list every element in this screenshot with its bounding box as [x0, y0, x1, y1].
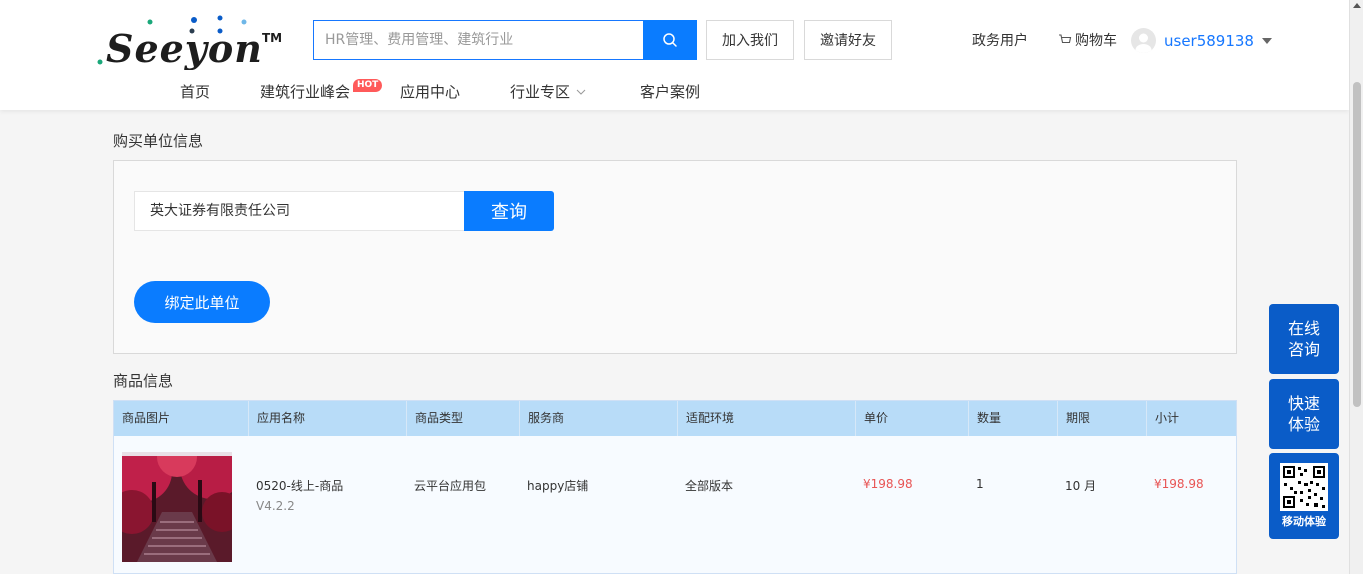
nav-app-center[interactable]: 应用中心 [400, 81, 460, 102]
col-subtotal: 小计 [1155, 411, 1180, 425]
app-name[interactable]: 0520-线上-商品 [256, 477, 343, 494]
qr-code-icon [1280, 463, 1328, 511]
cart-label: 购物车 [1075, 33, 1117, 49]
nav-customer-cases[interactable]: 客户案例 [640, 81, 700, 102]
product-table: 商品图片 应用名称 商品类型 服务商 适配环境 单价 数量 期限 小计 0520… [113, 400, 1237, 574]
avatar [1131, 28, 1156, 53]
user-menu[interactable]: user589138 [1131, 28, 1272, 53]
quick-trial-button[interactable]: 快速 体验 [1269, 379, 1339, 449]
buyer-panel: 英大证券有限责任公司 查询 绑定此单位 [113, 160, 1237, 354]
mobile-experience-label: 移动体验 [1282, 515, 1326, 528]
col-app-name: 应用名称 [249, 401, 407, 436]
col-price: 单价 [856, 401, 969, 436]
search-button[interactable] [643, 20, 697, 60]
hot-badge: HOT [353, 79, 383, 92]
consult-line-1: 在线 [1287, 319, 1320, 338]
vendor-name: happy店铺 [527, 479, 589, 493]
trial-line-2: 体验 [1287, 415, 1320, 434]
scroll-up-arrow-icon[interactable] [1353, 3, 1361, 8]
page-scrollbar[interactable] [1349, 0, 1363, 574]
company-input[interactable]: 英大证券有限责任公司 [134, 191, 465, 231]
nav-industry-zone[interactable]: 行业专区 [510, 81, 586, 102]
tm-mark: TM [262, 31, 282, 45]
trial-line-1: 快速 [1287, 394, 1320, 413]
unit-price: ¥198.98 [863, 477, 913, 491]
join-us-button[interactable]: 加入我们 [706, 20, 794, 60]
col-qty: 数量 [969, 401, 1058, 436]
top-header: Seeyon TM HR管理、费用管理、建筑行业 加入我们 邀请好友 政务用户 … [0, 0, 1349, 110]
chevron-down-icon [576, 89, 586, 95]
product-type: 云平台应用包 [414, 479, 487, 493]
product-section-title: 商品信息 [113, 372, 174, 390]
caret-down-icon[interactable] [1261, 37, 1272, 45]
mobile-experience-button[interactable]: 移动体验 [1269, 453, 1339, 539]
username[interactable]: user589138 [1164, 32, 1254, 50]
search-input[interactable]: HR管理、费用管理、建筑行业 [313, 20, 644, 60]
period: 10 月 [1065, 479, 1097, 493]
query-button[interactable]: 查询 [464, 191, 554, 231]
invite-friends-button[interactable]: 邀请好友 [804, 20, 892, 60]
nav-industry-label: 行业专区 [510, 83, 571, 101]
consult-line-2: 咨询 [1287, 340, 1320, 359]
cart-link[interactable]: 购物车 [1058, 30, 1117, 50]
col-period: 期限 [1058, 401, 1147, 436]
col-image: 商品图片 [114, 401, 249, 436]
nav-summit[interactable]: 建筑行业峰会 [260, 81, 350, 102]
scroll-thumb[interactable] [1353, 82, 1361, 407]
app-version: V4.2.2 [256, 499, 295, 513]
online-consult-button[interactable]: 在线 咨询 [1269, 304, 1339, 374]
product-image[interactable] [122, 452, 232, 562]
col-type: 商品类型 [407, 401, 520, 436]
col-vendor: 服务商 [520, 401, 678, 436]
cart-icon [1059, 34, 1072, 44]
svg-text:Seeyon: Seeyon [106, 26, 263, 70]
quantity: 1 [976, 477, 984, 491]
buyer-section-title: 购买单位信息 [113, 132, 204, 150]
col-env: 适配环境 [678, 401, 856, 436]
bind-unit-button[interactable]: 绑定此单位 [134, 281, 270, 323]
table-header: 商品图片 应用名称 商品类型 服务商 适配环境 单价 数量 期限 小计 [114, 401, 1236, 436]
search-icon [663, 33, 677, 47]
nav-home[interactable]: 首页 [180, 81, 210, 102]
compat-env: 全部版本 [685, 479, 734, 493]
seeyon-logo[interactable]: Seeyon TM [96, 14, 286, 71]
subtotal: ¥198.98 [1154, 477, 1204, 491]
gov-user-link[interactable]: 政务用户 [972, 30, 1028, 50]
